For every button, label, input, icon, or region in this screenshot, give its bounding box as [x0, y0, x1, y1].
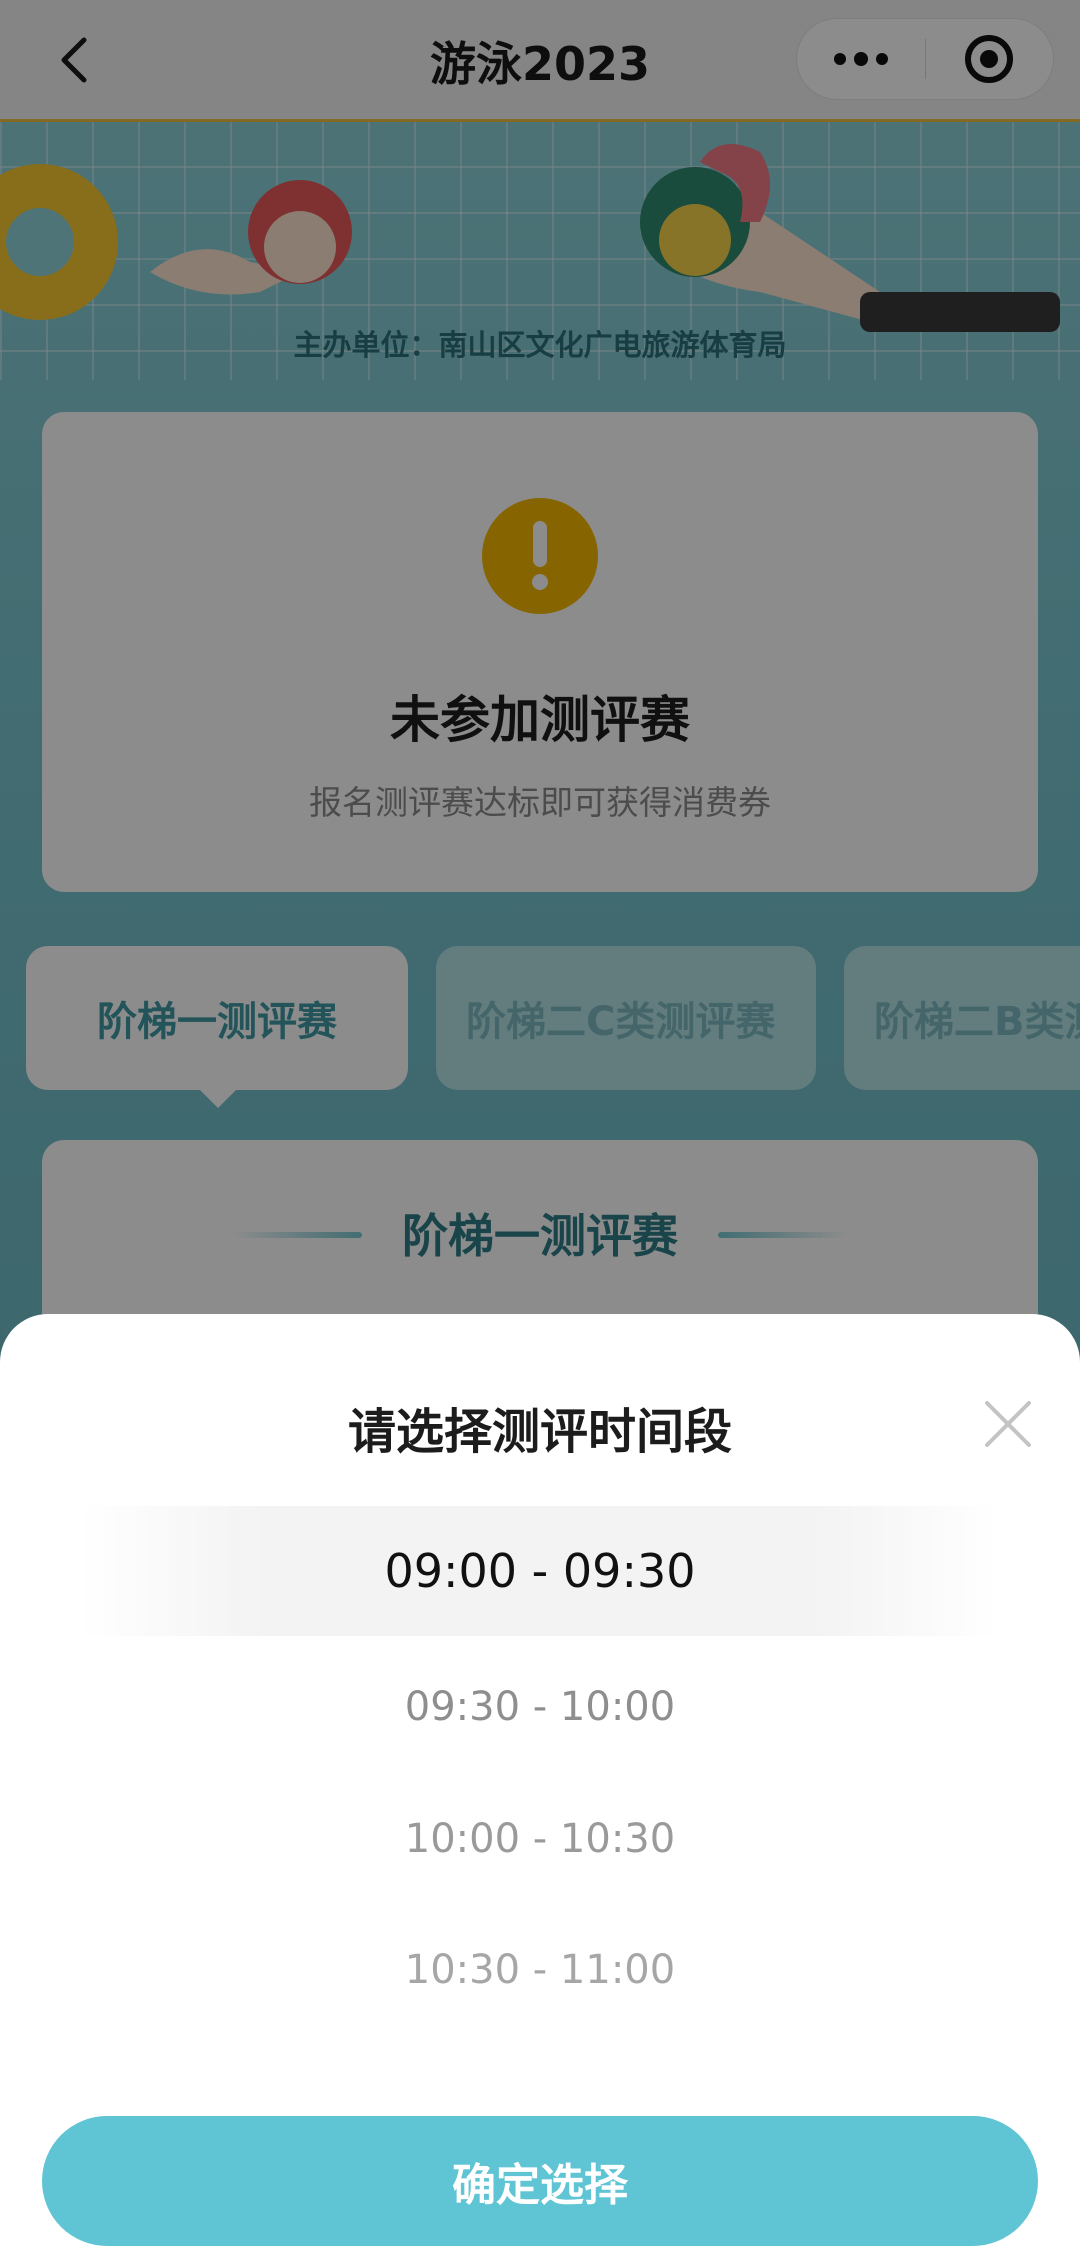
close-icon [985, 1401, 1031, 1447]
confirm-selection-button[interactable]: 确定选择 [42, 2116, 1038, 2246]
time-slot-sheet: 请选择测评时间段 09:00 - 09:30 09:30 - 10:00 10:… [0, 1314, 1080, 2264]
sheet-title: 请选择测评时间段 [347, 1404, 732, 1460]
time-slot-option[interactable]: 10:00 - 10:30 [0, 1816, 1080, 1862]
time-slot-option[interactable]: 09:30 - 10:00 [0, 1684, 1080, 1730]
time-slot-option[interactable]: 09:00 - 09:30 [0, 1544, 1080, 1598]
close-button[interactable] [980, 1396, 1036, 1452]
time-slot-option[interactable]: 10:30 - 11:00 [0, 1947, 1080, 1993]
time-slot-picker[interactable]: 09:00 - 09:30 09:30 - 10:00 10:00 - 10:3… [0, 1506, 1080, 2026]
